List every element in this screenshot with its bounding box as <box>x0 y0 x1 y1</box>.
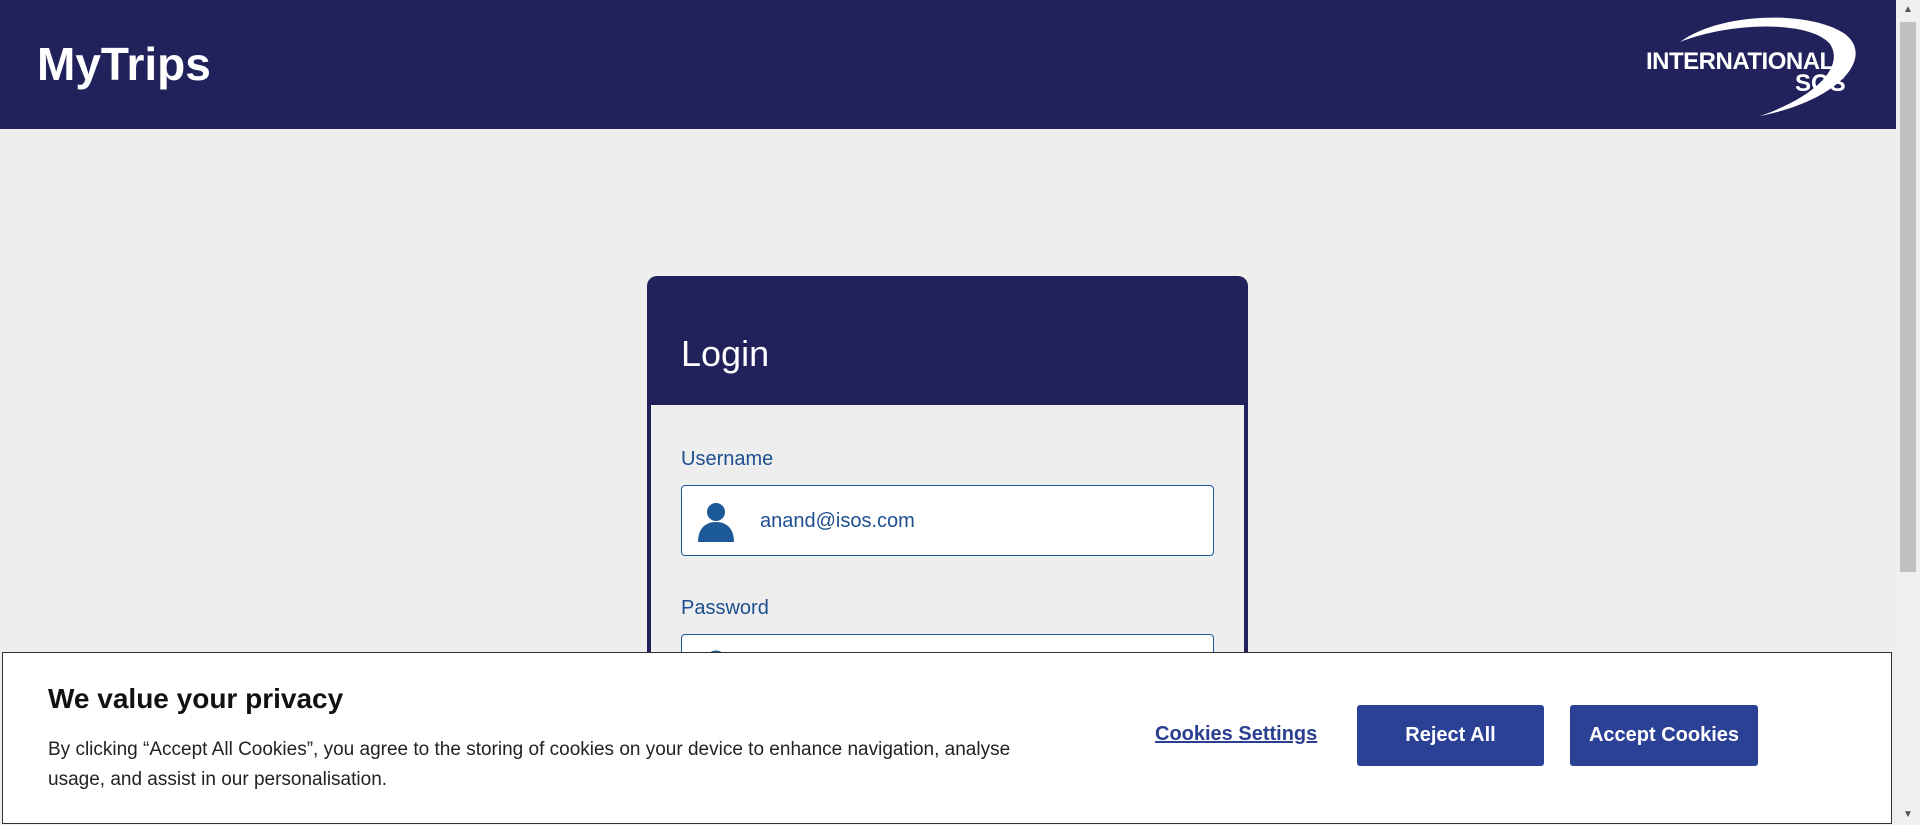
login-card-header: Login <box>647 276 1248 405</box>
scroll-up-arrow-icon[interactable]: ▲ <box>1896 0 1920 20</box>
reject-all-button[interactable]: Reject All <box>1357 705 1544 766</box>
login-title: Login <box>681 333 770 374</box>
app-header: MyTrips INTERNATIONAL SOS <box>0 0 1896 129</box>
cookies-settings-link[interactable]: Cookies Settings <box>1155 723 1317 746</box>
username-field[interactable] <box>681 485 1214 556</box>
page-scrollbar[interactable]: ▲ ▼ <box>1896 0 1920 825</box>
cookie-banner-title: We value your privacy <box>48 683 344 714</box>
login-card: Login Username Password <box>647 276 1248 696</box>
password-label: Password <box>681 597 769 619</box>
international-sos-logo: INTERNATIONAL SOS <box>1640 12 1862 120</box>
user-icon <box>698 503 734 542</box>
username-input[interactable] <box>760 510 1200 533</box>
app-title: MyTrips <box>37 38 211 90</box>
cookie-banner-text: By clicking “Accept All Cookies”, you ag… <box>48 739 1011 790</box>
scroll-down-arrow-icon[interactable]: ▼ <box>1896 805 1920 825</box>
accept-cookies-button[interactable]: Accept Cookies <box>1570 705 1758 766</box>
logo-text-line2: SOS <box>1795 70 1846 97</box>
scrollbar-thumb[interactable] <box>1900 22 1916 572</box>
username-label: Username <box>681 448 774 470</box>
cookie-banner: We value your privacy By clicking “Accep… <box>2 652 1892 824</box>
